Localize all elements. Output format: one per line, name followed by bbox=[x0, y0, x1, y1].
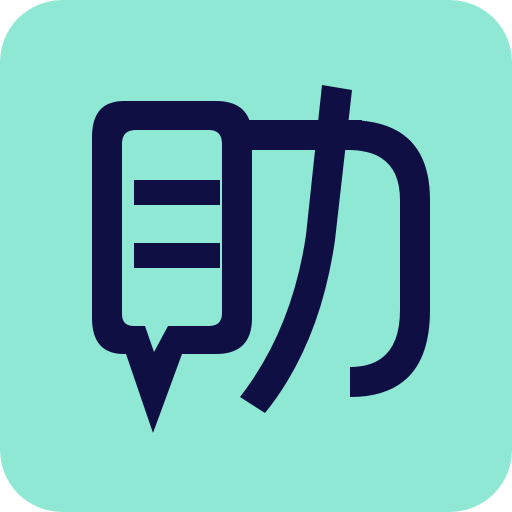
icon-background bbox=[0, 0, 512, 512]
zhu-character-logo-icon bbox=[0, 0, 512, 512]
bubble-line-top bbox=[134, 180, 220, 205]
app-icon bbox=[0, 0, 512, 512]
bubble-line-bottom bbox=[134, 243, 220, 268]
